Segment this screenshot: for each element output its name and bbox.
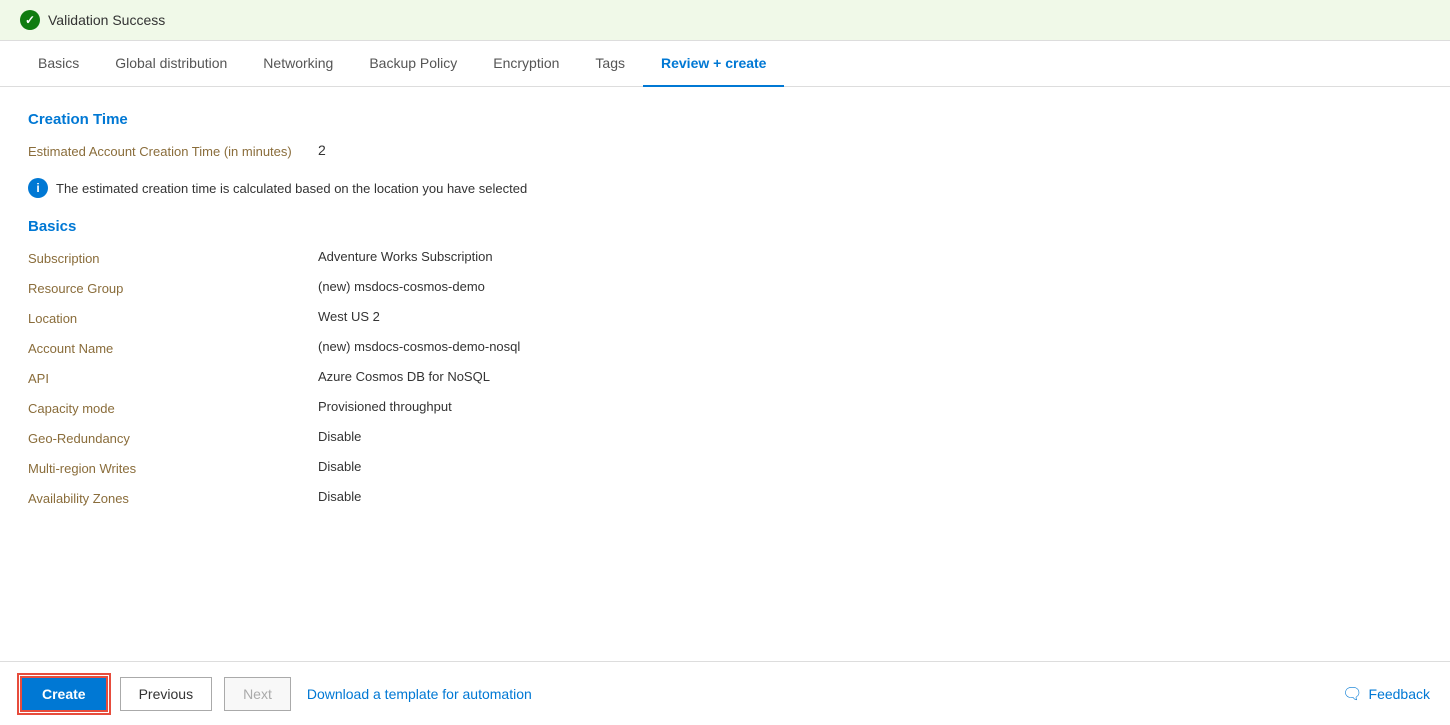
capacity-mode-row: Capacity mode Provisioned throughput [28, 399, 1422, 423]
resource-group-value: (new) msdocs-cosmos-demo [318, 279, 485, 294]
estimated-time-row: Estimated Account Creation Time (in minu… [28, 142, 1422, 166]
creation-time-heading: Creation Time [28, 111, 1422, 128]
tab-basics[interactable]: Basics [20, 41, 97, 87]
tabs-container: Basics Global distribution Networking Ba… [0, 41, 1450, 87]
geo-redundancy-value: Disable [318, 429, 361, 444]
account-name-value: (new) msdocs-cosmos-demo-nosql [318, 339, 520, 354]
feedback-container[interactable]: 🗨 Feedback [1342, 684, 1430, 704]
tab-global-distribution[interactable]: Global distribution [97, 41, 245, 87]
subscription-value: Adventure Works Subscription [318, 249, 493, 264]
location-row: Location West US 2 [28, 309, 1422, 333]
validation-success-icon [20, 10, 40, 30]
tab-networking[interactable]: Networking [245, 41, 351, 87]
footer: Create Previous Next Download a template… [0, 661, 1450, 725]
estimated-time-value: 2 [318, 142, 326, 158]
download-template-link[interactable]: Download a template for automation [303, 678, 536, 710]
creation-time-section: Creation Time Estimated Account Creation… [28, 111, 1422, 198]
tab-backup-policy[interactable]: Backup Policy [351, 41, 475, 87]
availability-zones-value: Disable [318, 489, 361, 504]
previous-button[interactable]: Previous [120, 677, 212, 711]
availability-zones-row: Availability Zones Disable [28, 489, 1422, 513]
create-button[interactable]: Create [20, 676, 108, 712]
multi-region-writes-label: Multi-region Writes [28, 459, 318, 476]
api-value: Azure Cosmos DB for NoSQL [318, 369, 490, 384]
validation-bar: Validation Success [0, 0, 1450, 41]
tab-encryption[interactable]: Encryption [475, 41, 577, 87]
availability-zones-label: Availability Zones [28, 489, 318, 506]
account-name-label: Account Name [28, 339, 318, 356]
next-button[interactable]: Next [224, 677, 291, 711]
estimated-time-label: Estimated Account Creation Time (in minu… [28, 142, 318, 159]
location-value: West US 2 [318, 309, 380, 324]
api-row: API Azure Cosmos DB for NoSQL [28, 369, 1422, 393]
info-icon: i [28, 178, 48, 198]
feedback-icon: 🗨 [1342, 684, 1362, 704]
tab-tags[interactable]: Tags [577, 41, 643, 87]
main-content: Creation Time Estimated Account Creation… [0, 87, 1450, 652]
multi-region-writes-value: Disable [318, 459, 361, 474]
capacity-mode-label: Capacity mode [28, 399, 318, 416]
resource-group-row: Resource Group (new) msdocs-cosmos-demo [28, 279, 1422, 303]
subscription-row: Subscription Adventure Works Subscriptio… [28, 249, 1422, 273]
api-label: API [28, 369, 318, 386]
subscription-label: Subscription [28, 249, 318, 266]
account-name-row: Account Name (new) msdocs-cosmos-demo-no… [28, 339, 1422, 363]
validation-text: Validation Success [48, 12, 165, 28]
location-label: Location [28, 309, 318, 326]
basics-heading: Basics [28, 218, 1422, 235]
geo-redundancy-row: Geo-Redundancy Disable [28, 429, 1422, 453]
multi-region-writes-row: Multi-region Writes Disable [28, 459, 1422, 483]
capacity-mode-value: Provisioned throughput [318, 399, 452, 414]
resource-group-label: Resource Group [28, 279, 318, 296]
info-row: i The estimated creation time is calcula… [28, 178, 1422, 198]
basics-section: Basics Subscription Adventure Works Subs… [28, 218, 1422, 513]
tab-review-create[interactable]: Review + create [643, 41, 784, 87]
info-text: The estimated creation time is calculate… [56, 181, 527, 196]
geo-redundancy-label: Geo-Redundancy [28, 429, 318, 446]
feedback-label: Feedback [1369, 686, 1430, 702]
